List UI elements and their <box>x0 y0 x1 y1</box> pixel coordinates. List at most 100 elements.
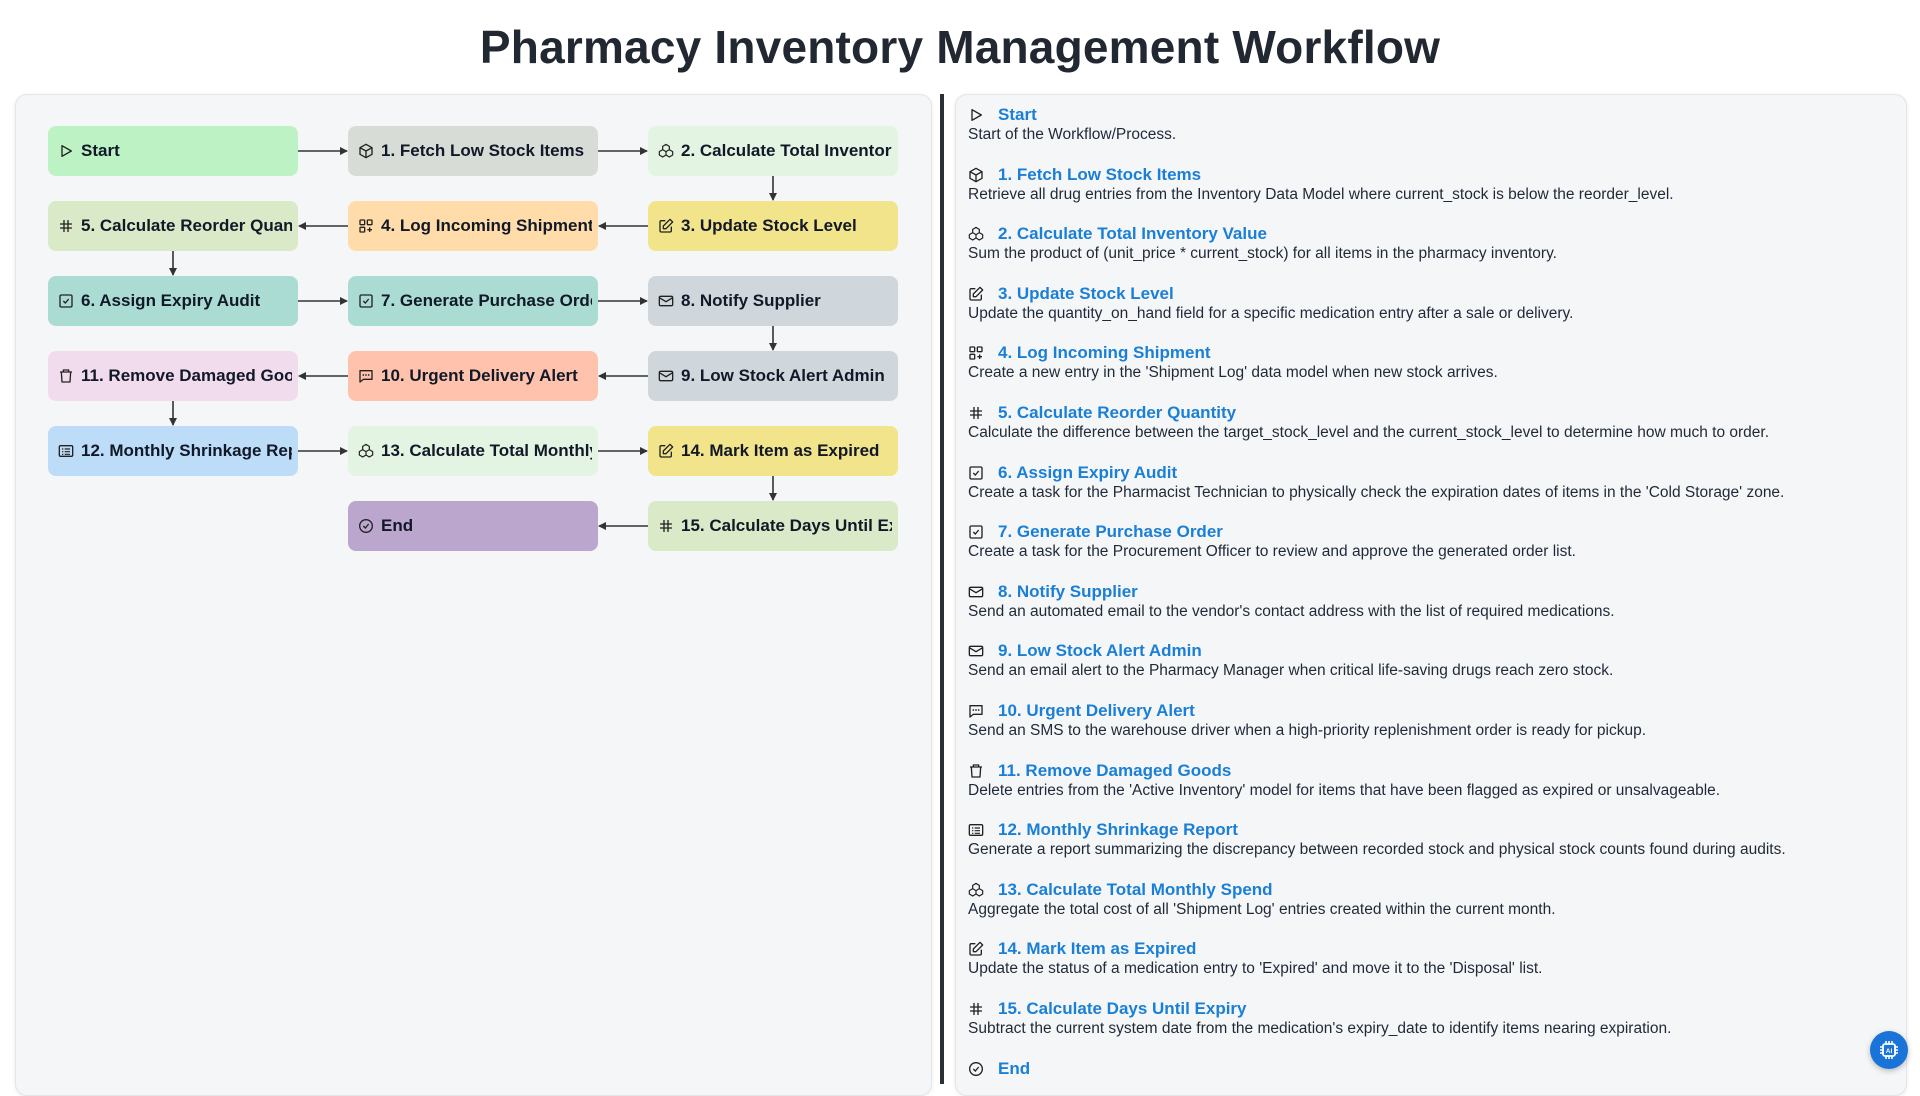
step-header[interactable]: 4. Log Incoming Shipment <box>968 343 1888 363</box>
step-item: End <box>968 1059 1888 1079</box>
step-item: 3. Update Stock Level Update the quantity… <box>968 284 1888 323</box>
step-header[interactable]: 9. Low Stock Alert Admin <box>968 641 1888 661</box>
node-s4[interactable]: 4. Log Incoming Shipment <box>348 201 598 251</box>
step-header[interactable]: 11. Remove Damaged Goods <box>968 761 1888 781</box>
step-description: Delete entries from the 'Active Inventor… <box>968 781 1721 799</box>
step-title[interactable]: 5. Calculate Reorder Quantity <box>998 403 1236 423</box>
node-label: 8. Notify Supplier <box>681 291 821 310</box>
step-description: Aggregate the total cost of all 'Shipmen… <box>968 900 1556 918</box>
report-icon <box>58 443 74 459</box>
step-header[interactable]: 6. Assign Expiry Audit <box>968 463 1888 483</box>
checkbox-icon <box>968 524 984 540</box>
cubes-icon <box>658 143 674 159</box>
step-description: Send an email alert to the Pharmacy Mana… <box>968 662 1614 680</box>
step-title[interactable]: 6. Assign Expiry Audit <box>998 463 1177 483</box>
node-s1[interactable]: 1. Fetch Low Stock Items <box>348 126 598 176</box>
message-icon <box>968 703 984 719</box>
step-item: Start Start of the Workflow/Process. <box>968 105 1888 144</box>
edit-icon <box>658 218 674 234</box>
step-description: Create a task for the Pharmacist Technic… <box>968 483 1785 501</box>
step-header[interactable]: End <box>968 1059 1888 1079</box>
step-header[interactable]: 5. Calculate Reorder Quantity <box>968 403 1888 423</box>
hash-icon <box>658 518 674 534</box>
step-title[interactable]: 2. Calculate Total Inventory Value <box>998 224 1267 244</box>
grid-plus-icon <box>968 345 984 361</box>
node-label: 9. Low Stock Alert Admin <box>681 366 885 385</box>
step-title[interactable]: 11. Remove Damaged Goods <box>998 761 1231 781</box>
node-label: 14. Mark Item as Expired <box>681 441 880 460</box>
step-header[interactable]: 7. Generate Purchase Order <box>968 522 1888 542</box>
step-description: Start of the Workflow/Process. <box>968 126 1177 143</box>
mail-icon <box>968 584 984 600</box>
step-item: 6. Assign Expiry Audit Create a task for … <box>968 463 1888 502</box>
node-s6[interactable]: 6. Assign Expiry Audit <box>48 276 298 326</box>
trash-icon <box>968 763 984 779</box>
node-s3[interactable]: 3. Update Stock Level <box>648 201 898 251</box>
ai-assistant-button[interactable]: AI <box>1870 1031 1908 1069</box>
cubes-icon <box>968 226 984 242</box>
step-header[interactable]: 13. Calculate Total Monthly Spend <box>968 880 1888 900</box>
node-label: 3. Update Stock Level <box>681 216 857 235</box>
step-item: 11. Remove Damaged Goods Delete entries f… <box>968 761 1888 800</box>
step-title[interactable]: 14. Mark Item as Expired <box>998 939 1196 959</box>
step-title[interactable]: 7. Generate Purchase Order <box>998 522 1223 542</box>
node-label: 5. Calculate Reorder Quantity <box>81 216 292 235</box>
node-s12[interactable]: 12. Monthly Shrinkage Report <box>48 426 298 476</box>
steps-list-panel: Start Start of the Workflow/Process. 1. Fe… <box>955 94 1907 1096</box>
step-title[interactable]: 12. Monthly Shrinkage Report <box>998 820 1238 840</box>
cubes-icon <box>358 443 374 459</box>
step-item: 14. Mark Item as Expired Update the statu… <box>968 939 1888 978</box>
edit-icon <box>968 286 984 302</box>
step-description: Create a new entry in the 'Shipment Log'… <box>968 364 1498 382</box>
step-header[interactable]: 12. Monthly Shrinkage Report <box>968 820 1888 840</box>
step-title[interactable]: End <box>998 1059 1030 1079</box>
step-title[interactable]: 13. Calculate Total Monthly Spend <box>998 880 1273 900</box>
step-header[interactable]: 15. Calculate Days Until Expiry <box>968 999 1888 1019</box>
step-description: Update the status of a medication entry … <box>968 960 1543 978</box>
step-item: 9. Low Stock Alert Admin Send an email al… <box>968 641 1888 680</box>
node-start[interactable]: Start <box>48 126 298 176</box>
step-title[interactable]: 15. Calculate Days Until Expiry <box>998 999 1247 1019</box>
hash-icon <box>968 405 984 421</box>
cubes-icon <box>968 882 984 898</box>
step-title[interactable]: 10. Urgent Delivery Alert <box>998 701 1195 721</box>
node-label: Start <box>81 141 120 160</box>
hash-icon <box>58 218 74 234</box>
node-s10[interactable]: 10. Urgent Delivery Alert <box>348 351 598 401</box>
step-title[interactable]: 1. Fetch Low Stock Items <box>998 165 1201 185</box>
node-s13[interactable]: 13. Calculate Total Monthly Spend <box>348 426 598 476</box>
step-header[interactable]: 14. Mark Item as Expired <box>968 939 1888 959</box>
step-header[interactable]: 2. Calculate Total Inventory Value <box>968 224 1888 244</box>
step-title[interactable]: Start <box>998 105 1037 125</box>
step-item: 2. Calculate Total Inventory Value Sum th… <box>968 224 1888 263</box>
step-item: 4. Log Incoming Shipment Create a new ent… <box>968 343 1888 382</box>
step-header[interactable]: 8. Notify Supplier <box>968 582 1888 602</box>
step-title[interactable]: 4. Log Incoming Shipment <box>998 343 1211 363</box>
svg-text:AI: AI <box>1886 1048 1893 1055</box>
node-s8[interactable]: 8. Notify Supplier <box>648 276 898 326</box>
checkbox-icon <box>58 293 74 309</box>
node-s14[interactable]: 14. Mark Item as Expired <box>648 426 898 476</box>
step-header[interactable]: 10. Urgent Delivery Alert <box>968 701 1888 721</box>
step-header[interactable]: 1. Fetch Low Stock Items <box>968 165 1888 185</box>
step-title[interactable]: 9. Low Stock Alert Admin <box>998 641 1202 661</box>
message-icon <box>358 368 374 384</box>
node-s2[interactable]: 2. Calculate Total Inventory Value <box>648 126 898 176</box>
node-s15[interactable]: 15. Calculate Days Until Expiry <box>648 501 898 551</box>
node-label: 15. Calculate Days Until Expiry <box>681 516 892 535</box>
checkbox-icon <box>358 293 374 309</box>
step-title[interactable]: 8. Notify Supplier <box>998 582 1138 602</box>
node-s5[interactable]: 5. Calculate Reorder Quantity <box>48 201 298 251</box>
step-item: 13. Calculate Total Monthly Spend Aggrega… <box>968 880 1888 919</box>
step-title[interactable]: 3. Update Stock Level <box>998 284 1174 304</box>
node-s11[interactable]: 11. Remove Damaged Goods <box>48 351 298 401</box>
node-label: 12. Monthly Shrinkage Report <box>81 441 292 460</box>
ai-chip-icon: AI <box>1880 1041 1898 1059</box>
step-header[interactable]: 3. Update Stock Level <box>968 284 1888 304</box>
node-end[interactable]: End <box>348 501 598 551</box>
step-header[interactable]: Start <box>968 105 1888 125</box>
node-s7[interactable]: 7. Generate Purchase Order <box>348 276 598 326</box>
mail-icon <box>658 368 674 384</box>
node-s9[interactable]: 9. Low Stock Alert Admin <box>648 351 898 401</box>
step-item: 10. Urgent Delivery Alert Send an SMS to … <box>968 701 1888 740</box>
